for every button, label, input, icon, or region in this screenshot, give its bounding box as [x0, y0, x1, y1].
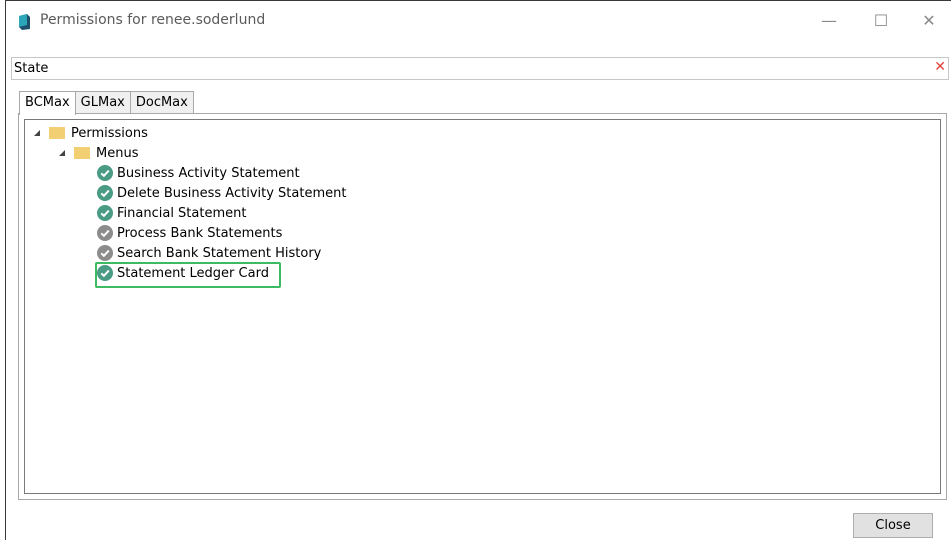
minimize-icon: —	[821, 10, 837, 30]
tab-panel: Permissions Menus Business Activity Stat…	[18, 113, 947, 500]
granted-check-icon	[97, 165, 113, 181]
granted-check-icon	[97, 205, 113, 221]
tree-node-permissions[interactable]: Permissions	[33, 123, 148, 143]
close-button[interactable]: Close	[853, 513, 933, 538]
tab-bcmax[interactable]: BCMax	[19, 91, 76, 115]
tree-item-financial-statement[interactable]: Financial Statement	[97, 203, 246, 223]
tree-node-label: Permissions	[71, 125, 148, 141]
maximize-icon: ☐	[873, 10, 889, 30]
tree-item-search-bank-statement-history[interactable]: Search Bank Statement History	[97, 243, 321, 263]
window-close-button[interactable]: ✕	[906, 1, 951, 39]
tree-item-delete-business-activity-statement[interactable]: Delete Business Activity Statement	[97, 183, 346, 203]
tree-item-business-activity-statement[interactable]: Business Activity Statement	[97, 163, 300, 183]
selection-highlight-box	[95, 262, 281, 288]
minimize-button[interactable]: —	[806, 1, 852, 39]
expand-arrow-icon[interactable]	[58, 149, 66, 157]
granted-check-icon	[97, 185, 113, 201]
tree-node-menus[interactable]: Menus	[58, 143, 138, 163]
expand-arrow-icon[interactable]	[33, 129, 41, 137]
app-logo-icon	[19, 14, 30, 30]
not-granted-check-icon	[97, 225, 113, 241]
maximize-button[interactable]: ☐	[858, 1, 904, 39]
folder-icon	[49, 127, 65, 139]
not-granted-check-icon	[97, 245, 113, 261]
state-label: State	[14, 61, 49, 76]
tree-item-label: Financial Statement	[117, 205, 247, 221]
close-icon: ✕	[922, 10, 936, 30]
folder-icon	[74, 147, 90, 159]
tree-item-label: Business Activity Statement	[117, 165, 300, 181]
tab-glmax[interactable]: GLMax	[74, 91, 131, 114]
state-filter-field[interactable]: State ✕	[11, 57, 949, 80]
tree-item-label: Search Bank Statement History	[117, 245, 322, 261]
window-title: Permissions for renee.soderlund	[40, 12, 266, 28]
title-bar: Permissions for renee.soderlund — ☐ ✕	[6, 1, 951, 41]
permissions-tree[interactable]: Permissions Menus Business Activity Stat…	[24, 119, 941, 494]
tree-item-label: Process Bank Statements	[117, 225, 283, 241]
tree-item-label: Delete Business Activity Statement	[117, 185, 347, 201]
tree-node-label: Menus	[96, 145, 139, 161]
clear-state-icon[interactable]: ✕	[934, 59, 946, 75]
tab-docmax[interactable]: DocMax	[129, 91, 194, 114]
tab-strip: BCMax GLMax DocMax	[19, 91, 194, 115]
tree-item-process-bank-statements[interactable]: Process Bank Statements	[97, 223, 282, 243]
